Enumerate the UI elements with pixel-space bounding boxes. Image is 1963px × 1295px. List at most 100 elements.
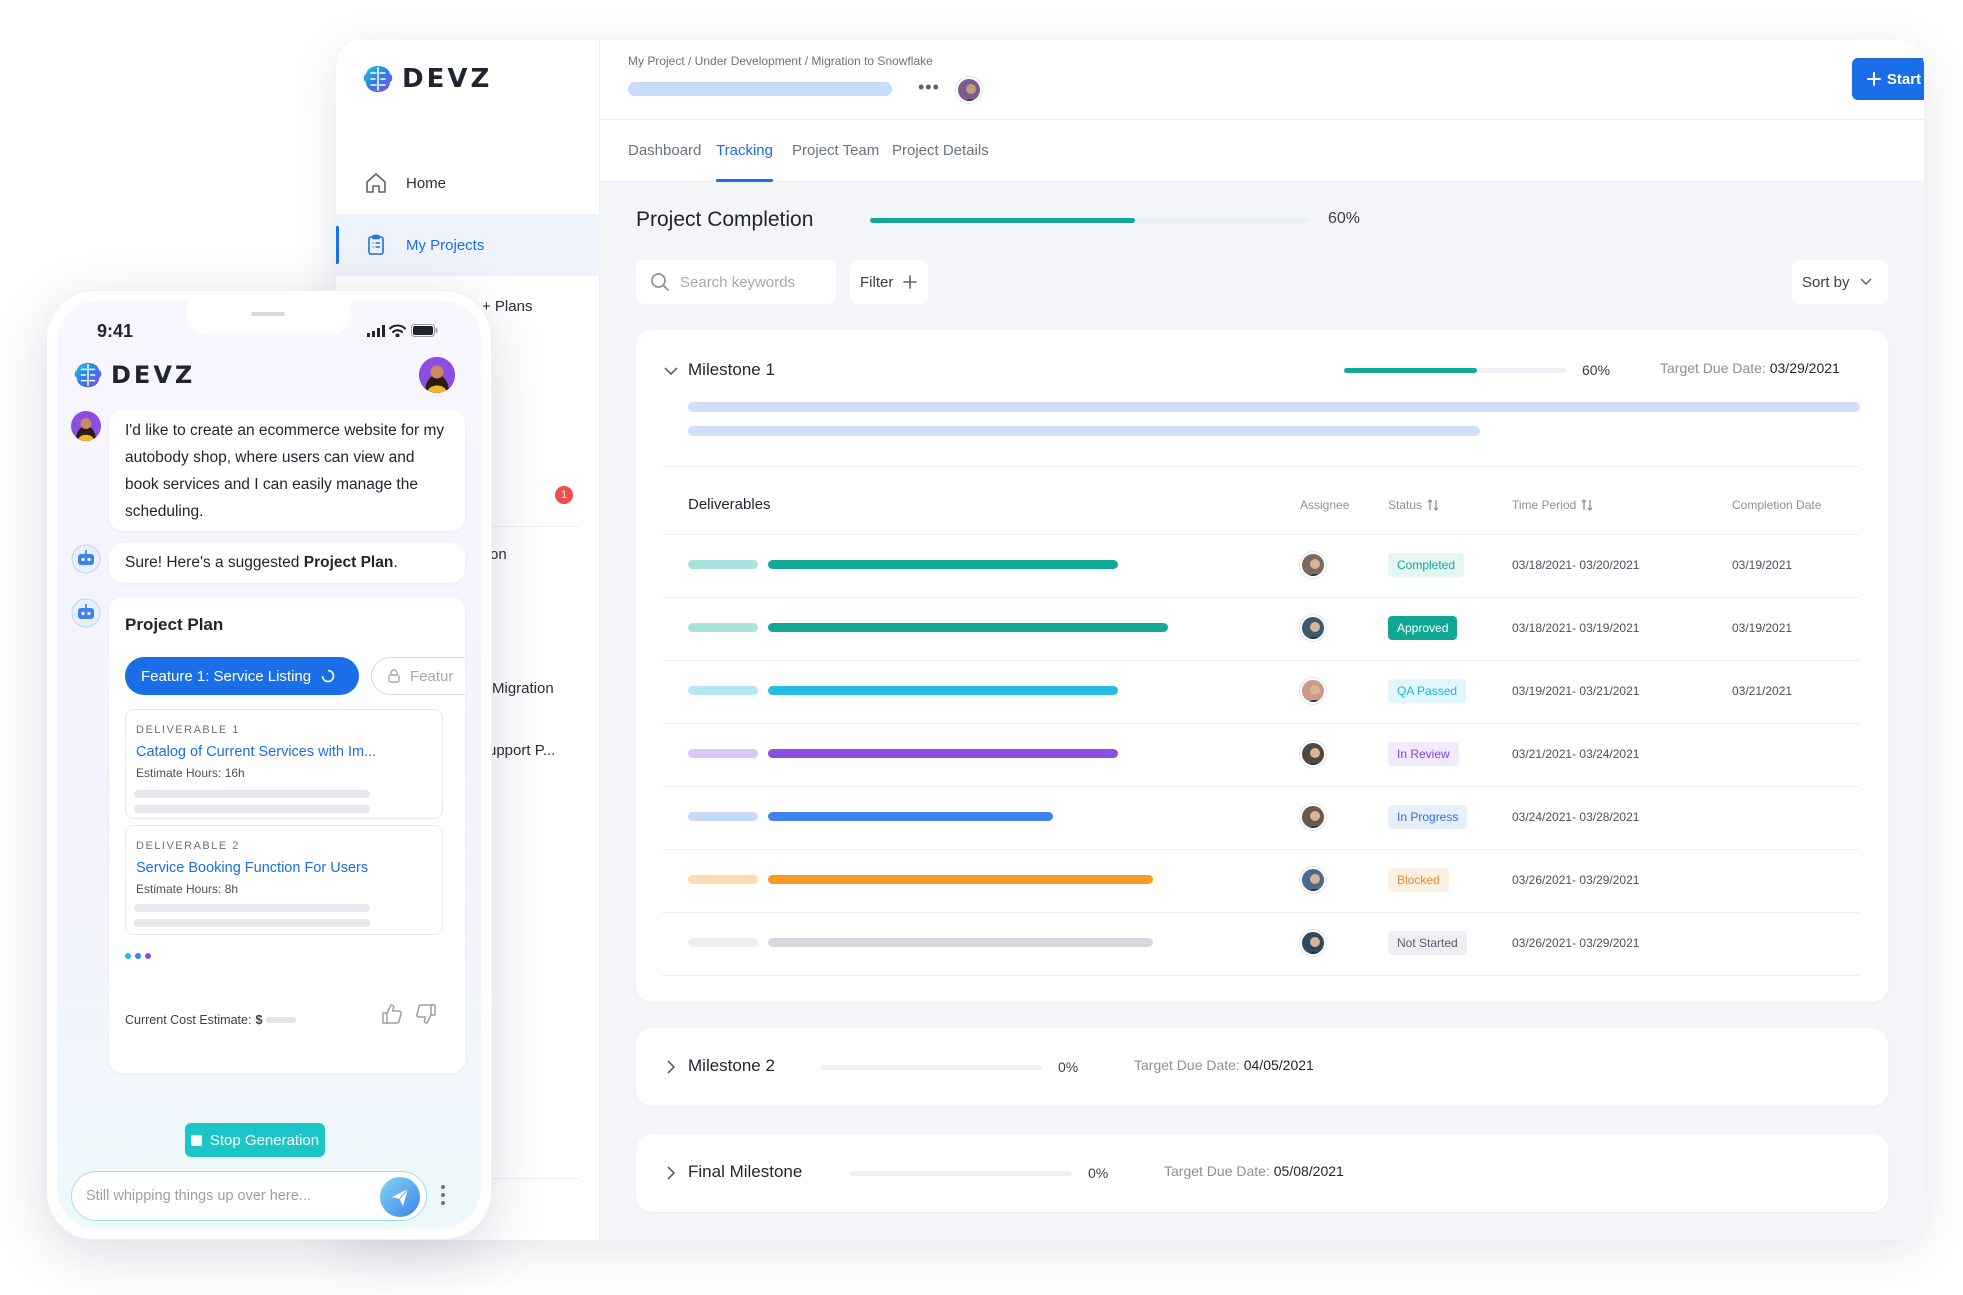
clipboard-icon [368, 234, 384, 255]
chat-input-placeholder: Still whipping things up over here... [86, 1188, 311, 1204]
sort-dropdown[interactable]: Sort by [1792, 260, 1888, 304]
filter-label: Filter [860, 273, 894, 291]
bot-avatar-icon [71, 598, 101, 628]
brand-name: DEVZ [402, 64, 493, 94]
send-button[interactable] [380, 1177, 420, 1217]
phone-screen: 9:41 DEVZ I'd like to create an ecommerc… [57, 301, 481, 1229]
filter-button[interactable]: Filter [850, 260, 928, 304]
assignee-header: Assignee [1300, 498, 1350, 512]
time-period: 03/26/2021- 03/29/2021 [1512, 936, 1640, 950]
sidebar-item-label: Home [406, 174, 447, 192]
signal-icon [367, 325, 385, 337]
milestone-card[interactable]: Milestone 2 0% Target Due Date: 04/05/20… [636, 1028, 1888, 1106]
plus-icon [1866, 72, 1881, 86]
deliverable-label: DELIVERABLE 1 [136, 724, 240, 736]
assignee-avatar[interactable] [1300, 741, 1326, 767]
brand-logo[interactable]: DEVZ [362, 64, 492, 94]
deliverable-card[interactable]: DELIVERABLE 1 Catalog of Current Service… [125, 709, 443, 819]
milestone-percent: 0% [1088, 1165, 1109, 1181]
page-title: Project Completion [636, 208, 814, 231]
stop-generation-button[interactable]: Stop Generation [185, 1123, 325, 1157]
sidebar-item-my-projects[interactable]: My Projects [336, 214, 600, 276]
completion-date: 03/19/2021 [1732, 558, 1793, 572]
plan-title: Project Plan [125, 615, 224, 634]
search-input[interactable]: Search keywords [636, 260, 836, 304]
deliverable-title-placeholder [688, 749, 758, 758]
time-period: 03/26/2021- 03/29/2021 [1512, 873, 1640, 887]
user-message-text: I'd like to create an ecommerce website … [125, 422, 445, 520]
due-label: Target Due Date: [1134, 1057, 1240, 1073]
assignee-avatar[interactable] [1300, 804, 1326, 830]
divider [662, 534, 1860, 535]
more-options-icon[interactable]: ••• [918, 78, 940, 96]
tab-dashboard[interactable]: Dashboard [628, 142, 701, 159]
time-period: 03/18/2021- 03/20/2021 [1512, 558, 1640, 572]
assignee-avatar[interactable] [1300, 678, 1326, 704]
thumbs-down-icon[interactable] [415, 1003, 437, 1025]
sidebar-item-partial[interactable]: on [490, 546, 507, 563]
due-label: Target Due Date: [1660, 360, 1766, 376]
assignee-avatar[interactable] [1300, 552, 1326, 578]
deliverable-title-placeholder [688, 623, 758, 632]
tab-project-details[interactable]: Project Details [892, 142, 989, 159]
breadcrumb[interactable]: My Project / Under Development / Migrati… [628, 54, 933, 68]
feature-chip-active[interactable]: Feature 1: Service Listing [125, 657, 359, 695]
assignee-avatar[interactable] [1300, 867, 1326, 893]
more-vertical-icon[interactable] [441, 1185, 447, 1205]
chevron-down-icon[interactable] [664, 366, 678, 376]
app-window: DEVZ Home My Projects + Plans 1 on Migra… [336, 40, 1924, 1240]
thumbs-up-icon[interactable] [381, 1003, 403, 1025]
deliverable-title[interactable]: Service Booking Function For Users [136, 860, 368, 876]
status-badge: Completed [1388, 553, 1465, 577]
divider [662, 466, 1860, 467]
time-period-header[interactable]: Time Period [1512, 498, 1594, 512]
time-period: 03/19/2021- 03/21/2021 [1512, 684, 1640, 698]
chevron-right-icon[interactable] [666, 1166, 676, 1180]
deliverable-progress-bar [768, 875, 1153, 884]
assignee-avatar[interactable] [1300, 615, 1326, 641]
stop-generation-label: Stop Generation [209, 1131, 320, 1149]
status-header-label: Status [1388, 498, 1423, 512]
milestone-card[interactable]: Final Milestone 0% Target Due Date: 05/0… [636, 1134, 1888, 1212]
status-header[interactable]: Status [1388, 498, 1440, 512]
cost-label: Current Cost Estimate: [125, 1013, 252, 1027]
chevron-down-icon [1860, 278, 1872, 286]
deliverable-progress-bar [768, 560, 1118, 569]
tabs-bar: Dashboard Tracking Project Team Project … [600, 120, 1924, 182]
sidebar-item-plans-partial[interactable]: + Plans [482, 298, 532, 315]
project-plan-card: Project Plan Feature 1: Service Listing … [109, 597, 465, 1073]
sidebar-item-home[interactable]: Home [336, 152, 600, 214]
user-avatar[interactable] [419, 357, 455, 393]
sort-icon [1581, 499, 1593, 511]
milestone-name[interactable]: Milestone 1 [688, 360, 775, 380]
milestone-name[interactable]: Final Milestone [688, 1162, 802, 1182]
chevron-right-icon[interactable] [666, 1060, 676, 1074]
time-period: 03/18/2021- 03/19/2021 [1512, 621, 1640, 635]
milestone-due: Target Due Date: 03/29/2021 [1660, 360, 1840, 376]
phone-frame: 9:41 DEVZ I'd like to create an ecommerc… [46, 290, 492, 1240]
divider [662, 975, 1860, 976]
assignee-avatar[interactable] [1300, 930, 1326, 956]
time-period-header-label: Time Period [1512, 498, 1577, 512]
deliverables-header: Deliverables [688, 496, 771, 513]
status-badge: Approved [1388, 616, 1458, 640]
tab-project-team[interactable]: Project Team [792, 142, 879, 159]
feature-chip-locked[interactable]: Featur [371, 657, 465, 695]
deliverable-progress-bar [768, 812, 1053, 821]
chat-input[interactable]: Still whipping things up over here... [71, 1171, 427, 1221]
avatar[interactable] [956, 77, 982, 103]
deliverable-card[interactable]: DELIVERABLE 2 Service Booking Function F… [125, 825, 443, 935]
sidebar-item-support-partial[interactable]: upport P... [488, 742, 555, 759]
search-placeholder: Search keywords [680, 273, 796, 291]
deliverable-progress-bar [768, 686, 1118, 695]
deliverable-title[interactable]: Catalog of Current Services with Im... [136, 744, 376, 760]
brand-logo[interactable]: DEVZ [73, 361, 195, 389]
plus-icon [903, 275, 918, 289]
due-date: 05/08/2021 [1273, 1163, 1344, 1179]
start-button[interactable]: Start [1852, 58, 1924, 100]
milestone-name[interactable]: Milestone 2 [688, 1056, 775, 1076]
sidebar-item-migration-partial[interactable]: Migration [492, 680, 554, 697]
tab-tracking[interactable]: Tracking [716, 142, 773, 182]
brain-logo-icon [74, 362, 102, 388]
bot-message-text: Sure! Here's a suggested Project Plan. [125, 549, 449, 576]
